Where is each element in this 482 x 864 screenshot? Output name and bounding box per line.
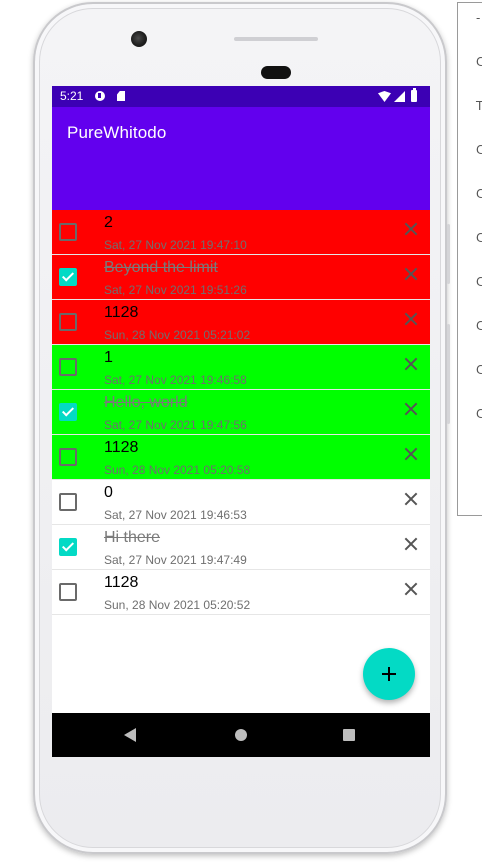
home-circle-icon[interactable] bbox=[235, 729, 247, 741]
device-frame-stage: - C T C C C C C C C 5:21 PureWhitodo 2 Sat, 27 Nov… bbox=[0, 0, 482, 864]
todo-row[interactable]: 1128 Sun, 28 Nov 2021 05:20:52 bbox=[52, 570, 430, 615]
close-icon[interactable] bbox=[402, 445, 420, 463]
todo-text: 2 bbox=[104, 214, 113, 231]
todo-date: Sat, 27 Nov 2021 19:51:26 bbox=[104, 283, 247, 297]
side-panel-glyph: C bbox=[476, 275, 482, 289]
todo-date: Sat, 27 Nov 2021 19:47:49 bbox=[104, 553, 247, 567]
todo-checkbox[interactable] bbox=[59, 358, 77, 376]
todo-checkbox[interactable] bbox=[59, 538, 77, 556]
close-icon[interactable] bbox=[402, 535, 420, 553]
close-icon[interactable] bbox=[402, 220, 420, 238]
todo-row[interactable]: 1 Sat, 27 Nov 2021 19:46:58 bbox=[52, 345, 430, 390]
todo-row[interactable]: 1128 Sun, 28 Nov 2021 05:21:02 bbox=[52, 300, 430, 345]
todo-list: 2 Sat, 27 Nov 2021 19:47:10 Beyond the lim… bbox=[52, 210, 430, 615]
todo-checkbox[interactable] bbox=[59, 403, 77, 421]
side-panel-glyph: C bbox=[476, 363, 482, 377]
notification-p-icon bbox=[95, 91, 105, 101]
todo-row[interactable]: 0 Sat, 27 Nov 2021 19:46:53 bbox=[52, 480, 430, 525]
recents-square-icon[interactable] bbox=[343, 729, 355, 741]
battery-icon bbox=[411, 88, 417, 102]
todo-date: Sat, 27 Nov 2021 19:46:58 bbox=[104, 373, 247, 387]
todo-text: Hi there bbox=[104, 529, 161, 546]
close-icon[interactable] bbox=[402, 355, 420, 373]
todo-text: 1128 bbox=[104, 439, 139, 456]
add-todo-button[interactable] bbox=[363, 648, 415, 700]
status-icons bbox=[378, 88, 422, 103]
side-panel-glyph: C bbox=[476, 187, 482, 201]
todo-date: Sun, 28 Nov 2021 05:21:02 bbox=[104, 328, 251, 342]
todo-row[interactable]: Beyond the limit Sat, 27 Nov 2021 19:51:2… bbox=[52, 255, 430, 300]
todo-date: Sun, 28 Nov 2021 05:20:58 bbox=[104, 463, 251, 477]
back-triangle-icon[interactable] bbox=[124, 728, 136, 742]
side-panel-glyph: C bbox=[476, 319, 482, 333]
todo-text: Hello, world bbox=[104, 394, 188, 411]
earpiece-speaker bbox=[261, 66, 291, 79]
side-panel-glyph: C bbox=[476, 55, 482, 69]
side-panel-glyph: - bbox=[476, 11, 481, 25]
signal-icon bbox=[394, 91, 405, 102]
todo-row[interactable]: 2 Sat, 27 Nov 2021 19:47:10 bbox=[52, 210, 430, 255]
close-icon[interactable] bbox=[402, 310, 420, 328]
close-icon[interactable] bbox=[402, 580, 420, 598]
todo-text: 0 bbox=[104, 484, 113, 501]
todo-text: 1 bbox=[104, 349, 113, 366]
close-icon[interactable] bbox=[402, 265, 420, 283]
navigation-bar bbox=[52, 713, 430, 757]
plus-icon bbox=[382, 667, 396, 681]
close-icon[interactable] bbox=[402, 400, 420, 418]
todo-checkbox[interactable] bbox=[59, 493, 77, 511]
todo-checkbox[interactable] bbox=[59, 313, 77, 331]
todo-row[interactable]: Hi there Sat, 27 Nov 2021 19:47:49 bbox=[52, 525, 430, 570]
status-time: 5:21 bbox=[60, 89, 84, 103]
todo-row[interactable]: 1128 Sun, 28 Nov 2021 05:20:58 bbox=[52, 435, 430, 480]
todo-row[interactable]: Hello, world Sat, 27 Nov 2021 19:47:56 bbox=[52, 390, 430, 435]
todo-text: Beyond the limit bbox=[104, 259, 218, 276]
todo-checkbox[interactable] bbox=[59, 223, 77, 241]
side-panel-glyph: C bbox=[476, 143, 482, 157]
todo-date: Sun, 28 Nov 2021 05:20:52 bbox=[104, 598, 251, 612]
volume-button bbox=[447, 324, 450, 424]
todo-text: 1128 bbox=[104, 574, 139, 591]
todo-checkbox[interactable] bbox=[59, 448, 77, 466]
app-bar: PureWhitodo bbox=[52, 107, 430, 210]
status-bar: 5:21 bbox=[52, 86, 430, 107]
todo-date: Sat, 27 Nov 2021 19:47:10 bbox=[104, 238, 247, 252]
side-panel-glyph: C bbox=[476, 231, 482, 245]
front-camera bbox=[131, 31, 147, 47]
todo-text: 1128 bbox=[104, 304, 139, 321]
side-panel: - C T C C C C C C C bbox=[457, 2, 482, 516]
power-button bbox=[447, 224, 450, 284]
todo-checkbox[interactable] bbox=[59, 268, 77, 286]
sd-card-icon bbox=[117, 91, 125, 101]
todo-date: Sat, 27 Nov 2021 19:47:56 bbox=[104, 418, 247, 432]
todo-checkbox[interactable] bbox=[59, 583, 77, 601]
app-screen: 5:21 PureWhitodo 2 Sat, 27 Nov 2021 19:47… bbox=[52, 86, 430, 757]
close-icon[interactable] bbox=[402, 490, 420, 508]
side-panel-glyph: C bbox=[476, 407, 482, 421]
todo-date: Sat, 27 Nov 2021 19:46:53 bbox=[104, 508, 247, 522]
side-panel-glyph: T bbox=[476, 99, 482, 113]
wifi-icon bbox=[378, 91, 391, 102]
speaker-grille bbox=[234, 37, 318, 41]
app-title: PureWhitodo bbox=[67, 123, 167, 142]
